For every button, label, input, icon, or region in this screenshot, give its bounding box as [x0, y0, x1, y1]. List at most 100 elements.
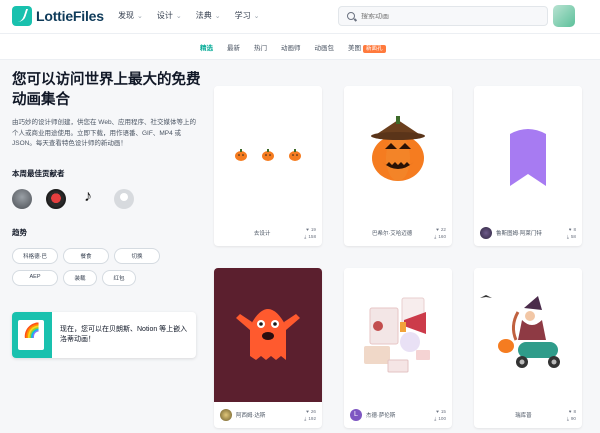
card-author[interactable]: 鲁斯图姆·阿莱门特	[496, 229, 567, 237]
witch-scooter-animation	[474, 268, 582, 402]
card-author[interactable]: 杰德·萨伦斯	[366, 411, 434, 419]
card-stats: ♥ 8 ⤓ 90	[567, 409, 576, 421]
likes-count: 8	[573, 409, 576, 414]
embed-promo-card[interactable]: 🌈 现在，您可以在贝朗斯、Notion 等上嵌入洛蒂动画！	[12, 312, 196, 358]
tab-popular[interactable]: 热门	[254, 42, 267, 56]
lottiefiles-logo[interactable]: LottieFiles	[12, 6, 104, 26]
left-column: 您可以访问世界上最大的免费动画集合 由巧妙的设计师创建，供您在 Web、应用程序…	[12, 70, 202, 287]
tab-newest[interactable]: 最新	[227, 42, 240, 56]
animation-card[interactable]: L 杰德·萨伦斯 ♥ 15 ⤓ 100	[344, 268, 452, 428]
contributor-avatar[interactable]	[12, 189, 32, 210]
card-stats: ♥ 8 ⤓ 58	[567, 227, 576, 239]
promo-illustration: 🌈	[12, 312, 52, 358]
logo-text: LottieFiles	[36, 8, 104, 24]
download-icon: ⤓	[434, 234, 437, 239]
jack-o-lantern-animation	[344, 86, 452, 220]
user-avatar[interactable]	[553, 5, 575, 27]
heart-icon: ♥	[436, 409, 439, 414]
new-badge: 新面孔	[363, 45, 386, 53]
trend-chip[interactable]: 切换	[114, 248, 160, 265]
card-footer: 瑞库普 ♥ 8 ⤓ 90	[474, 402, 582, 428]
tab-featured[interactable]: 精选	[200, 42, 213, 56]
card-footer: 阿西姆·达斯 ♥ 26 ⤓ 192	[214, 402, 322, 428]
heart-icon: ♥	[568, 227, 572, 232]
chevron-down-icon: ⌄	[214, 12, 221, 20]
author-avatar	[220, 409, 232, 421]
trend-chips: 科格德·巴 餐食 切换 AEP 装载 红包	[12, 248, 197, 287]
download-icon: ⤓	[566, 416, 569, 421]
chevron-down-icon: ⌄	[253, 12, 260, 20]
nav-label: 设计	[156, 11, 173, 20]
nav-design[interactable]: 设计 ⌄	[157, 10, 182, 21]
nav-label: 发现	[118, 11, 134, 20]
likes-stat: ♥ 8	[569, 227, 576, 232]
author-avatar	[480, 227, 492, 239]
top-header: LottieFiles 发现 ⌄ 设计 ⌄ 法典 ⌄ 学习 ⌄	[0, 0, 600, 34]
promo-text: 现在，您可以在贝朗斯、Notion 等上嵌入洛蒂动画！	[60, 325, 188, 343]
likes-stat: ♥ 19	[306, 227, 316, 232]
animation-card[interactable]: 瑞库普 ♥ 8 ⤓ 90	[474, 268, 582, 428]
likes-stat: ♥ 26	[306, 409, 316, 414]
nav-label: 学习	[234, 11, 251, 20]
heart-icon: ♥	[306, 409, 309, 414]
likes-stat: ♥ 22	[436, 227, 446, 232]
contributor-list	[12, 188, 202, 210]
search-box[interactable]	[338, 6, 548, 26]
contributor-avatar[interactable]	[114, 189, 134, 210]
trends-heading: 趋势	[12, 228, 27, 238]
downloads-count: 90	[570, 416, 576, 421]
tab-label: 美图	[348, 45, 361, 52]
card-author[interactable]: 阿西姆·达斯	[236, 411, 304, 419]
nav-learn[interactable]: 学习 ⌄	[235, 10, 260, 21]
tab-animators[interactable]: 动画师	[281, 42, 301, 56]
card-author[interactable]: 巴希尔·艾哈迈德	[350, 229, 434, 237]
animation-card[interactable]: 去设计 ♥ 19 ⤓ 158	[214, 86, 322, 246]
animation-card[interactable]: 鲁斯图姆·阿莱门特 ♥ 8 ⤓ 58	[474, 86, 582, 246]
card-footer: 去设计 ♥ 19 ⤓ 158	[214, 220, 322, 246]
heart-icon: ♥	[306, 227, 309, 232]
card-stats: ♥ 26 ⤓ 192	[304, 409, 316, 421]
download-icon: ⤓	[304, 416, 307, 421]
heart-icon: ♥	[568, 409, 572, 414]
main-nav: 发现 ⌄ 设计 ⌄ 法典 ⌄ 学习 ⌄	[118, 10, 260, 21]
nav-discover[interactable]: 发现 ⌄	[118, 10, 143, 21]
likes-count: 26	[310, 409, 316, 414]
downloads-count: 58	[570, 234, 576, 239]
category-tabs: 精选 最新 热门 动画师 动画包 美图 新面孔	[200, 42, 386, 56]
downloads-stat: ⤓ 192	[304, 416, 316, 421]
card-stats: ♥ 22 ⤓ 160	[434, 227, 446, 239]
downloads-stat: ⤓ 58	[567, 234, 576, 239]
tab-images[interactable]: 美图 新面孔	[348, 42, 386, 56]
download-icon: ⤓	[304, 234, 307, 239]
chevron-down-icon: ⌄	[137, 12, 143, 20]
animation-card[interactable]: 阿西姆·达斯 ♥ 26 ⤓ 192	[214, 268, 322, 428]
card-stats: ♥ 15 ⤓ 100	[434, 409, 446, 421]
author-avatar: L	[350, 409, 362, 421]
contributors-heading: 本周最佳贡献者	[12, 169, 65, 179]
monster-animation	[214, 268, 322, 402]
card-author[interactable]: 去设计	[220, 229, 304, 237]
contributor-avatar[interactable]	[80, 188, 100, 209]
trend-chip[interactable]: 红包	[102, 270, 136, 287]
likes-count: 22	[440, 227, 446, 232]
nav-codex[interactable]: 法典 ⌄	[196, 10, 221, 21]
heart-icon: ♥	[436, 227, 439, 232]
card-footer: 巴希尔·艾哈迈德 ♥ 22 ⤓ 160	[344, 220, 452, 246]
card-stats: ♥ 19 ⤓ 158	[304, 227, 316, 239]
downloads-stat: ⤓ 158	[304, 234, 316, 239]
trend-chip[interactable]: 科格德·巴	[12, 248, 58, 265]
tab-packs[interactable]: 动画包	[315, 42, 335, 56]
animation-card[interactable]: 巴希尔·艾哈迈德 ♥ 22 ⤓ 160	[344, 86, 452, 246]
card-author[interactable]: 瑞库普	[480, 411, 567, 419]
trend-chip[interactable]: AEP	[12, 270, 58, 287]
card-footer: L 杰德·萨伦斯 ♥ 15 ⤓ 100	[344, 402, 452, 428]
likes-count: 15	[440, 409, 446, 414]
trend-chip[interactable]: 装载	[63, 270, 97, 287]
likes-stat: ♥ 15	[436, 409, 446, 414]
downloads-count: 160	[438, 234, 446, 239]
hero-description: 由巧妙的设计师创建，供您在 Web、应用程序、社交媒体等上的个人或商业用途使用。…	[12, 119, 197, 148]
trend-chip[interactable]: 餐食	[63, 248, 109, 265]
search-input[interactable]	[361, 12, 531, 20]
contributor-avatar[interactable]	[46, 189, 66, 210]
lottie-logo-icon	[12, 6, 32, 26]
